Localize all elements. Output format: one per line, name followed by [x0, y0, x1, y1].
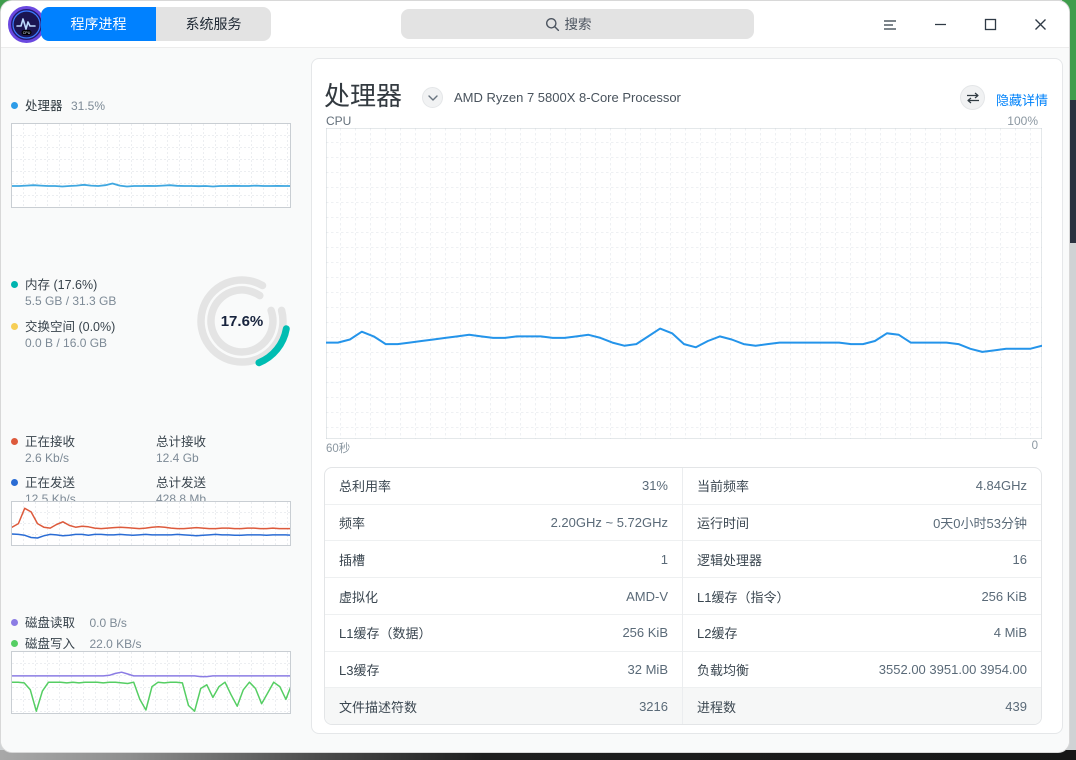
tab-system-services[interactable]: 系统服务 [156, 7, 271, 41]
cpu-model-name: AMD Ryzen 7 5800X 8-Core Processor [454, 90, 681, 105]
memory-ring-percent: 17.6% [220, 313, 264, 330]
chart-x-right-label: 0 [1031, 440, 1038, 452]
cpu-detail-card: 处理器 AMD Ryzen 7 5800X 8-Core Processor 隐… [311, 58, 1063, 734]
device-select-button[interactable] [422, 87, 443, 108]
swap-icon [966, 92, 979, 103]
svg-text:CPU: CPU [23, 31, 31, 35]
titlebar: CPU 程序进程 系统服务 [1, 1, 1069, 48]
sidebar-item-disk[interactable]: 磁盘读取 0.0 B/s 磁盘写入 22.0 KB/s [11, 612, 142, 653]
table-row: 进程数 439 [683, 688, 1041, 724]
table-row: 当前频率 4.84GHz [683, 468, 1041, 505]
close-button[interactable] [1025, 10, 1055, 40]
disk-write-label: 磁盘写入 [25, 637, 76, 651]
net-recv-total-value: 12.4 Gb [156, 451, 199, 465]
table-row: L3缓存 32 MiB [325, 652, 682, 689]
app-icon: CPU [8, 6, 45, 43]
minimize-button[interactable] [925, 10, 955, 40]
net-send-total-label: 总计发送 [156, 476, 207, 490]
table-row: 逻辑处理器 16 [683, 541, 1041, 579]
table-row: 运行时间 0天0小时53分钟 [683, 505, 1041, 542]
tab-processes[interactable]: 程序进程 [41, 7, 156, 41]
maximize-icon [984, 18, 996, 31]
network-mini-chart [11, 501, 291, 546]
disk-read-value: 0.0 B/s [89, 616, 127, 630]
sidebar-item-network[interactable]: 正在接收 2.6 Kb/s 总计接收 12.4 Gb 正在发送 12.5 Kb/… [11, 431, 291, 506]
cpu-info-table: 总利用率 31% 频率 2.20GHz ~ 5.72GHz 插槽 1 虚拟化 A… [324, 467, 1042, 725]
maximize-button[interactable] [975, 10, 1005, 40]
search-icon [545, 17, 559, 31]
close-icon [1034, 19, 1046, 30]
net-recv-total-label: 总计接收 [156, 435, 207, 449]
disk-read-label: 磁盘读取 [25, 616, 76, 630]
content-area: 处理器 31.5% 内存 (17.6%) 5.5 GB / 31.3 GB 交换… [1, 48, 1069, 752]
table-row: 频率 2.20GHz ~ 5.72GHz [325, 505, 682, 542]
memory-detail: 5.5 GB / 31.3 GB [25, 294, 117, 308]
swap-detail: 0.0 B / 16.0 GB [25, 336, 108, 350]
search-box[interactable] [401, 9, 754, 39]
cpu-percent: 31.5% [70, 99, 105, 113]
menu-icon [884, 19, 896, 30]
net-send-label: 正在发送 [25, 476, 76, 490]
table-row: 负载均衡 3552.00 3951.00 3954.00 [683, 652, 1041, 689]
chevron-down-icon [427, 94, 438, 101]
disk-write-dot [11, 640, 18, 648]
cpu-label: 处理器 [25, 99, 63, 113]
system-monitor-window: CPU 程序进程 系统服务 搜索 处理器 31.5% 内存 (17.6%) 5.… [0, 0, 1070, 753]
table-row: L1缓存（指令） 256 KiB [683, 578, 1041, 615]
search-input[interactable] [564, 16, 611, 32]
net-recv-value: 2.6 Kb/s [25, 451, 70, 465]
sidebar-item-cpu[interactable]: 处理器 31.5% [11, 95, 105, 115]
net-send-dot [11, 479, 18, 487]
disk-write-value: 22.0 KB/s [89, 637, 142, 651]
table-row: L2缓存 4 MiB [683, 615, 1041, 652]
window-controls [875, 1, 1055, 48]
chart-max-label: 100% [1007, 114, 1038, 128]
sidebar: 处理器 31.5% 内存 (17.6%) 5.5 GB / 31.3 GB 交换… [1, 48, 301, 752]
table-row: 文件描述符数 3216 [325, 688, 682, 724]
chart-x-left-label: 60秒 [326, 443, 351, 455]
minimize-icon [934, 23, 946, 26]
switch-view-button[interactable] [960, 85, 985, 110]
table-row: 插槽 1 [325, 541, 682, 579]
net-recv-dot [11, 438, 18, 446]
disk-read-dot [11, 619, 18, 627]
hide-details-link[interactable]: 隐藏详情 [996, 90, 1048, 109]
info-table-left-column: 总利用率 31% 频率 2.20GHz ~ 5.72GHz 插槽 1 虚拟化 A… [325, 468, 683, 724]
swap-legend-dot [11, 323, 18, 331]
table-row: 总利用率 31% [325, 468, 682, 505]
cpu-main-chart [326, 128, 1042, 439]
table-row: L1缓存（数据） 256 KiB [325, 615, 682, 652]
menu-button[interactable] [875, 10, 905, 40]
table-row: 虚拟化 AMD-V [325, 578, 682, 615]
net-recv-label: 正在接收 [25, 435, 76, 449]
disk-mini-chart [11, 651, 291, 714]
page-title: 处理器 [324, 81, 403, 111]
chart-y-label: CPU [326, 114, 352, 128]
memory-label: 内存 (17.6%) [25, 278, 98, 292]
cpu-legend-dot [11, 102, 18, 110]
swap-label: 交换空间 (0.0%) [25, 320, 116, 334]
sidebar-item-memory[interactable]: 内存 (17.6%) 5.5 GB / 31.3 GB 交换空间 (0.0%) … [11, 274, 116, 350]
info-table-right-column: 当前频率 4.84GHz 运行时间 0天0小时53分钟 逻辑处理器 16 L1缓… [683, 468, 1041, 724]
memory-legend-dot [11, 281, 18, 289]
cpu-mini-chart [11, 123, 291, 208]
tab-group: 程序进程 系统服务 [41, 7, 271, 41]
